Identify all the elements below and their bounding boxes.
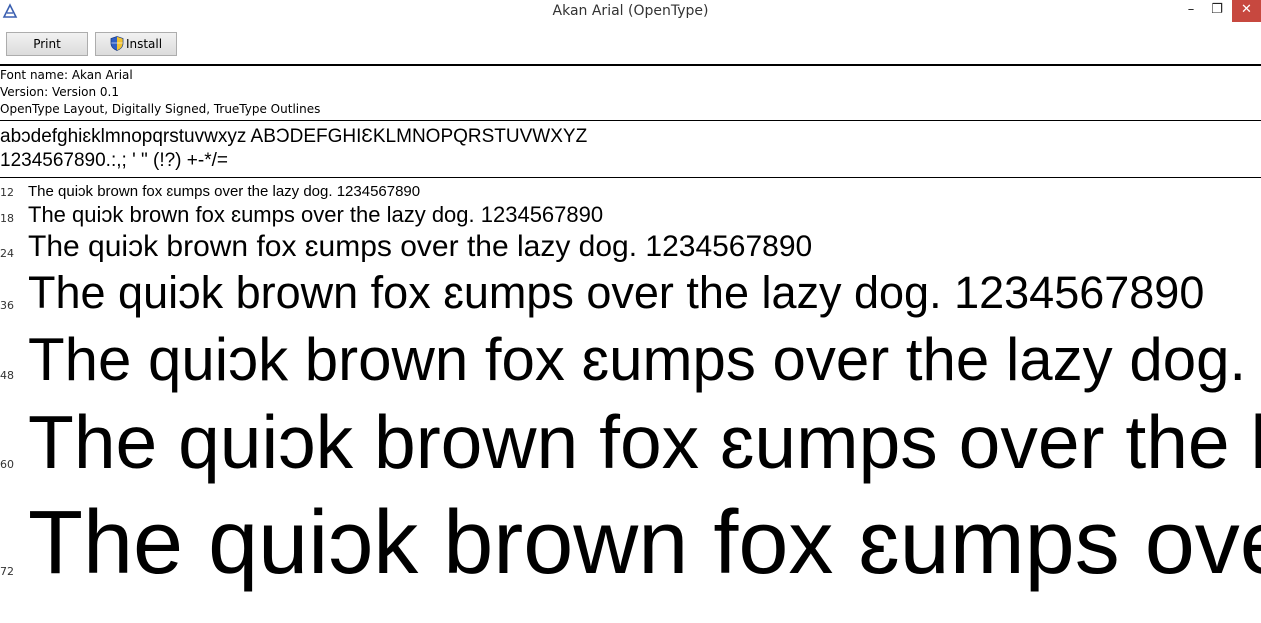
print-button[interactable]: Print (6, 32, 88, 56)
sample-list: 12 The quiɔk brown fox ɛumps over the la… (0, 180, 1261, 623)
font-features-line: OpenType Layout, Digitally Signed, TrueT… (0, 102, 321, 116)
sample-text: The quiɔk brown fox ɛumps over the lazy … (28, 183, 421, 200)
install-button[interactable]: Install (95, 32, 177, 56)
title-bar: Akan Arial (OpenType) – ❐ ✕ (0, 0, 1261, 24)
sample-text: The quiɔk brown fox ɛumps over the lazy … (28, 267, 1205, 318)
sample-text: The quiɔk brown fox ɛumps over the lazy … (28, 326, 1261, 393)
size-label: 18 (0, 212, 14, 225)
font-name-line: Font name: Akan Arial (0, 68, 133, 82)
size-label: 60 (0, 458, 14, 471)
size-label: 48 (0, 369, 14, 382)
divider (0, 177, 1261, 178)
sample-text: The quiɔk brown fox ɛumps over the lazy … (28, 400, 1261, 484)
sample-text: The quiɔk brown fox ɛumps over the lazy … (28, 493, 1261, 593)
uac-shield-icon (110, 36, 124, 51)
close-button[interactable]: ✕ (1232, 0, 1261, 22)
font-version-line: Version: Version 0.1 (0, 85, 120, 99)
install-button-label: Install (125, 37, 163, 51)
size-label: 12 (0, 186, 14, 199)
toolbar: Print Install (0, 24, 1261, 66)
size-label: 72 (0, 565, 14, 578)
charset-symbols: 1234567890.:,; ' " (!?) +-*/= (0, 150, 228, 171)
sample-text: The quiɔk brown fox ɛumps over the lazy … (28, 230, 813, 263)
divider (0, 120, 1261, 121)
window-title: Akan Arial (OpenType) (552, 3, 709, 19)
size-label: 36 (0, 299, 14, 312)
character-set: abɔdefghiɛklmnopqrstuvwxyz ABƆDEFGHIƐKLM… (0, 125, 587, 173)
charset-letters: abɔdefghiɛklmnopqrstuvwxyz ABƆDEFGHIƐKLM… (0, 126, 588, 147)
font-info: Font name: Akan Arial Version: Version 0… (0, 67, 320, 118)
sample-text: The quiɔk brown fox ɛumps over the lazy … (28, 202, 604, 227)
size-label: 24 (0, 247, 14, 260)
minimize-button[interactable]: – (1180, 0, 1202, 22)
restore-button[interactable]: ❐ (1206, 0, 1228, 22)
print-button-label: Print (33, 37, 61, 51)
